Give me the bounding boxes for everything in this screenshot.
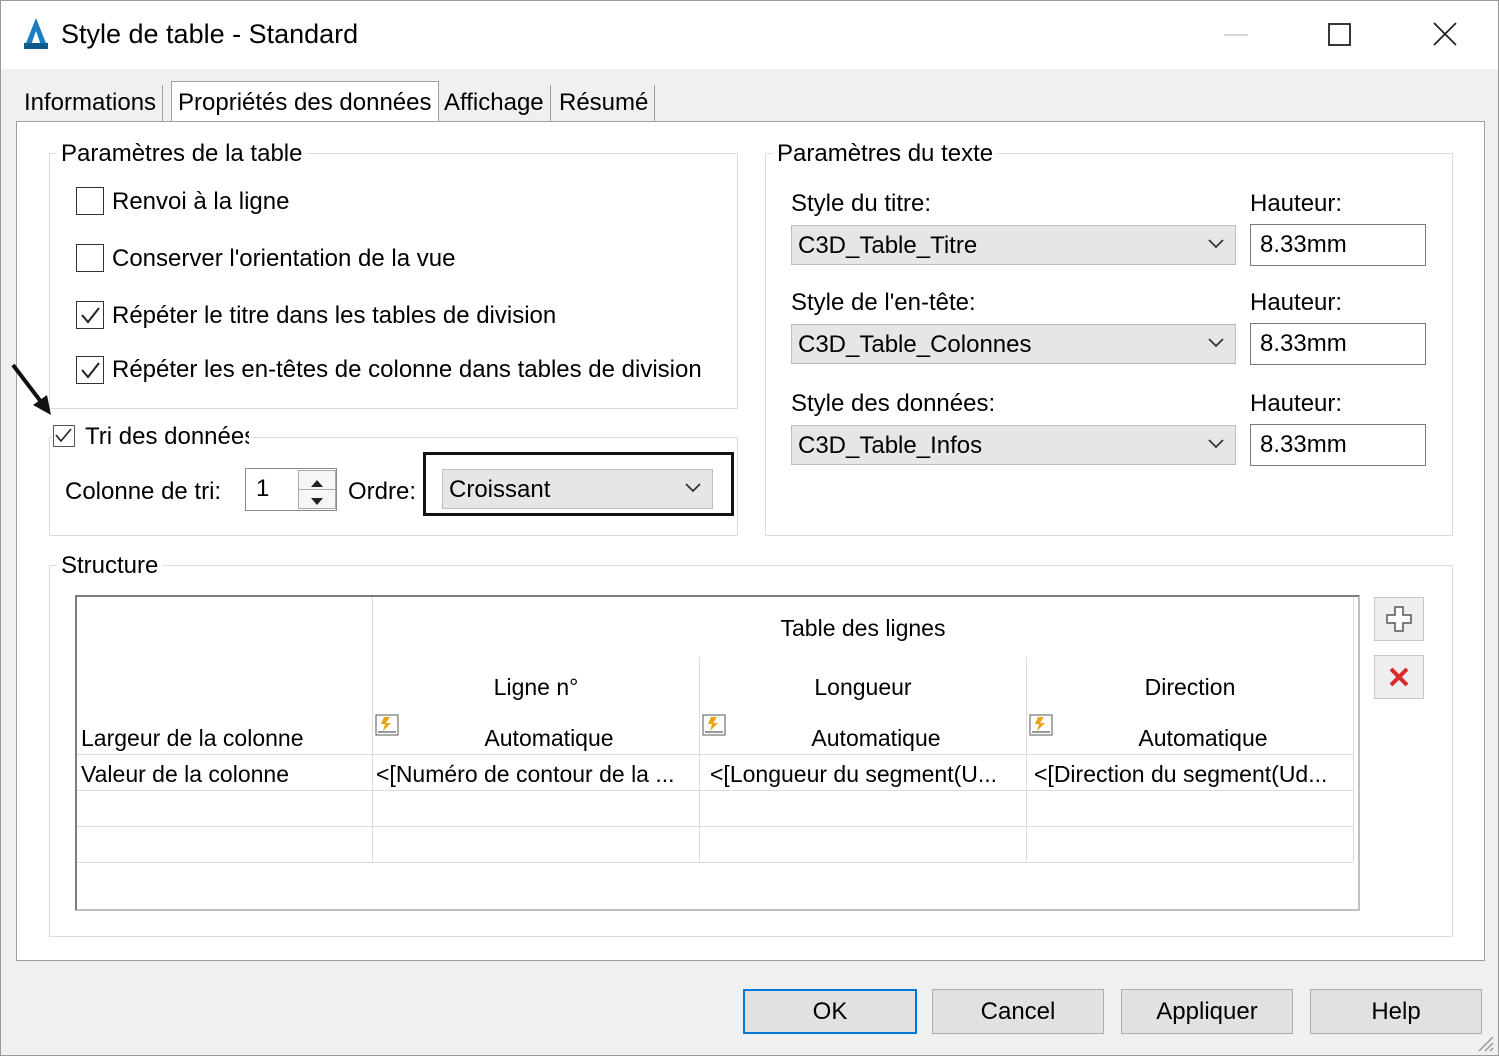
repeat-headers-checkbox[interactable] [76,356,104,384]
title-height-value: 8.33mm [1260,231,1347,258]
sort-order-label: Ordre: [348,478,417,505]
grid-line [77,862,1353,863]
chevron-down-icon [1208,439,1224,449]
repeat-title-checkbox[interactable] [76,301,104,329]
column-value-longueur[interactable]: <[Longueur du segment(U... [710,761,1025,788]
sort-order-dropdown[interactable]: Croissant [442,469,713,509]
repeat-headers-label: Répéter les en-têtes de colonne dans tab… [112,356,702,383]
add-column-button[interactable] [1374,597,1424,641]
column-value-ligne[interactable]: <[Numéro de contour de la ... [376,761,698,788]
apply-button[interactable]: Appliquer [1121,989,1293,1034]
wrap-checkbox[interactable] [76,187,104,215]
resize-grip-icon[interactable] [1473,1031,1495,1053]
spinner-down-button[interactable] [298,489,336,509]
column-value-direction[interactable]: <[Direction du segment(Ud... [1034,761,1352,788]
ok-button[interactable]: OK [743,989,917,1034]
repeat-title-label: Répéter le titre dans les tables de divi… [112,302,557,329]
grid-line [77,754,1353,755]
column-header-direction[interactable]: Direction [1027,674,1353,701]
plus-icon [1386,606,1412,632]
keep-orientation-label: Conserver l'orientation de la vue [112,245,456,272]
sort-column-label: Colonne de tri: [65,478,222,505]
data-height-value: 8.33mm [1260,431,1347,458]
checkmark-icon [55,428,72,443]
sort-checkbox[interactable] [53,425,75,447]
title-style-dropdown[interactable]: C3D_Table_Titre [791,225,1236,265]
checkmark-icon [81,307,100,324]
text-params-label: Paramètres du texte [773,140,998,168]
delete-x-icon [1389,667,1409,687]
column-width-ligne[interactable]: Automatique [373,725,725,752]
structure-label: Structure [57,552,163,580]
header-style-dropdown[interactable]: C3D_Table_Colonnes [791,324,1236,364]
structure-table: Table des lignes Ligne n° Longueur Direc… [75,595,1360,911]
data-height-field[interactable]: 8.33mm [1250,424,1426,466]
title-bar: Style de table - Standard [1,1,1498,69]
tab-informations[interactable]: Informations [18,85,164,121]
data-style-dropdown[interactable]: C3D_Table_Infos [791,425,1236,465]
row-header-value: Valeur de la colonne [81,761,289,787]
chevron-down-icon [1208,239,1224,249]
header-height-label: Hauteur: [1250,289,1343,316]
spinner-up-button[interactable] [298,470,336,490]
minimize-button[interactable] [1206,11,1266,57]
data-height-label: Hauteur: [1250,390,1343,417]
minimize-icon [1224,34,1248,36]
column-header-ligne[interactable]: Ligne n° [373,674,699,701]
row-header-width: Largeur de la colonne [81,725,304,751]
checkmark-icon [81,362,100,379]
arrow-down-icon [311,498,323,505]
column-header-longueur[interactable]: Longueur [700,674,1026,701]
tab-resume[interactable]: Résumé [553,85,656,121]
maximize-icon [1328,23,1351,46]
title-height-field[interactable]: 8.33mm [1250,224,1426,266]
sort-order-value: Croissant [449,476,551,503]
close-window-button[interactable] [1415,11,1475,57]
title-height-label: Hauteur: [1250,190,1343,217]
tab-affichage[interactable]: Affichage [438,85,551,121]
table-params-label: Paramètres de la table [57,140,307,168]
wrap-label: Renvoi à la ligne [112,188,290,215]
table-title-cell[interactable]: Table des lignes [373,615,1353,642]
data-style-value: C3D_Table_Infos [798,432,983,459]
header-style-label: Style de l'en-tête: [791,289,976,316]
column-width-direction[interactable]: Automatique [1027,725,1379,752]
grid-line [77,790,1353,791]
annotation-arrow-icon [11,363,51,415]
grid-line [77,826,1353,827]
dialog-window: Style de table - Standard Informations P… [0,0,1499,1056]
data-style-label: Style des données: [791,390,996,417]
title-style-value: C3D_Table_Titre [798,232,978,259]
chevron-down-icon [685,483,701,493]
header-height-field[interactable]: 8.33mm [1250,323,1426,365]
sort-label: Tri des données [85,423,249,450]
keep-orientation-checkbox[interactable] [76,244,104,272]
cancel-button[interactable]: Cancel [932,989,1104,1034]
chevron-down-icon [1208,338,1224,348]
header-style-value: C3D_Table_Colonnes [798,331,1032,358]
autocad-app-icon [24,18,48,49]
column-width-longueur[interactable]: Automatique [700,725,1052,752]
sort-column-spinner[interactable]: 1 [245,468,337,511]
maximize-button[interactable] [1309,11,1369,57]
sort-column-value: 1 [256,475,270,502]
header-height-value: 8.33mm [1260,330,1347,357]
window-title: Style de table - Standard [61,19,359,49]
tab-proprietes-donnees[interactable]: Propriétés des données [171,81,439,124]
help-button[interactable]: Help [1310,989,1482,1034]
delete-column-button[interactable] [1374,655,1424,699]
close-icon [1433,22,1457,46]
title-style-label: Style du titre: [791,190,932,217]
